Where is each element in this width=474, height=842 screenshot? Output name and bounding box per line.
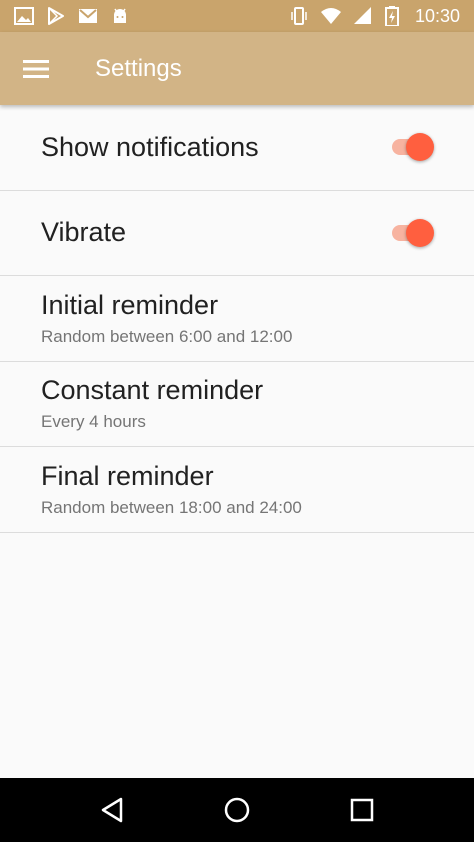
home-button[interactable] (217, 790, 257, 830)
navigation-bar (0, 778, 474, 842)
setting-final-reminder[interactable]: Final reminder Random between 18:00 and … (0, 447, 474, 533)
toggle-thumb (406, 133, 434, 162)
toggle-thumb (406, 218, 434, 247)
android-icon (114, 8, 126, 23)
wifi-icon (320, 8, 341, 24)
battery-icon (384, 6, 399, 26)
setting-vibrate[interactable]: Vibrate (0, 191, 474, 276)
status-time: 10:30 (414, 5, 460, 26)
page-title: Settings (95, 54, 182, 82)
show-notifications-toggle[interactable] (390, 132, 434, 162)
gmail-icon (79, 9, 97, 23)
status-bar: 10:30 (0, 0, 474, 32)
setting-subtitle: Random between 18:00 and 24:00 (41, 497, 302, 517)
status-left-icons (14, 7, 130, 25)
setting-title: Final reminder (41, 460, 214, 491)
play-store-icon (48, 7, 64, 25)
menu-button[interactable] (0, 32, 74, 105)
back-icon (102, 797, 123, 823)
setting-title: Show notifications (41, 131, 259, 162)
vibrate-icon (291, 7, 307, 25)
setting-subtitle: Random between 6:00 and 12:00 (41, 326, 293, 346)
setting-title: Initial reminder (41, 289, 219, 320)
setting-constant-reminder[interactable]: Constant reminder Every 4 hours (0, 362, 474, 447)
setting-initial-reminder[interactable]: Initial reminder Random between 6:00 and… (0, 276, 474, 362)
setting-title: Constant reminder (41, 375, 264, 406)
hamburger-menu-icon (23, 59, 49, 78)
setting-subtitle: Every 4 hours (41, 412, 146, 432)
settings-list: Show notifications Vibrate Initial remin… (0, 105, 474, 533)
recents-button[interactable] (342, 790, 382, 830)
home-icon (224, 797, 250, 823)
app-bar: Settings (0, 32, 474, 105)
back-button[interactable] (92, 790, 132, 830)
signal-icon (353, 7, 371, 24)
setting-show-notifications[interactable]: Show notifications (0, 105, 474, 191)
image-icon (14, 7, 34, 25)
setting-title: Vibrate (41, 217, 127, 248)
recents-icon (350, 798, 373, 822)
vibrate-toggle[interactable] (390, 218, 434, 248)
status-right-icons: 10:30 (289, 6, 460, 27)
